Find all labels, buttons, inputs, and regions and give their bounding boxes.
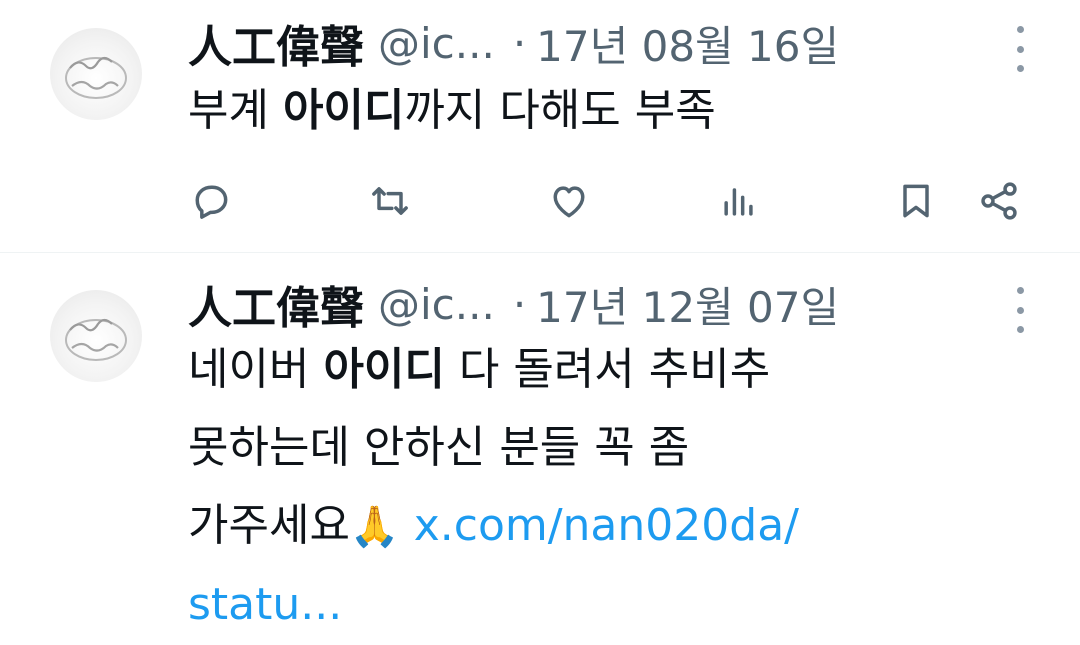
text-segment: 다 돌려서 추비추 (444, 344, 771, 395)
text-highlight: 아이디 (323, 344, 445, 395)
bookmark-icon[interactable] (893, 178, 939, 224)
avatar[interactable] (50, 290, 142, 382)
like-icon[interactable] (546, 178, 592, 224)
reply-icon[interactable] (188, 178, 234, 224)
text-segment: 까지 다해도 부족 (404, 85, 716, 136)
separator: · (512, 18, 527, 68)
author-name[interactable]: 人工偉聲 (188, 11, 364, 75)
views-icon[interactable] (716, 178, 762, 224)
share-icon[interactable] (976, 178, 1022, 224)
tweet-actions (0, 178, 1080, 224)
text-segment: 가주세요 (188, 500, 350, 551)
avatar[interactable] (50, 28, 142, 120)
text-line: 네이버 아이디 다 돌려서 추비추 (188, 331, 799, 409)
text-line: 가주세요🙏 x.com/nan020da/ (188, 487, 799, 566)
tweet-header: 人工偉聲 @ic... · 17년 12월 07일 (188, 273, 1008, 335)
tweet-link[interactable]: x.com/nan020da/ (400, 500, 799, 551)
author-handle[interactable]: @ic... (378, 280, 495, 329)
tweet-date[interactable]: 17년 12월 07일 (536, 274, 839, 335)
praying-hands-emoji: 🙏 (349, 504, 400, 550)
more-options-icon[interactable] (1008, 26, 1032, 72)
text-segment: 네이버 (188, 344, 324, 395)
tweet-text: 부계 아이디까지 다해도 부족 (188, 72, 716, 150)
author-handle[interactable]: @ic... (378, 19, 495, 68)
tweet-text: 네이버 아이디 다 돌려서 추비추 못하는데 안하신 분들 꼭 좀 가주세요🙏 … (188, 331, 799, 644)
retweet-icon[interactable] (367, 178, 413, 224)
text-segment: 부계 (188, 85, 283, 136)
tweet-header: 人工偉聲 @ic... · 17년 08월 16일 (188, 12, 1008, 74)
text-line: 못하는데 안하신 분들 꼭 좀 (188, 422, 690, 473)
more-options-icon[interactable] (1008, 287, 1032, 333)
tweet-date[interactable]: 17년 08월 16일 (536, 13, 839, 74)
tweet[interactable]: 人工偉聲 @ic... · 17년 12월 07일 네이버 아이디 다 돌려서 … (0, 253, 1080, 645)
tweet-link-continued[interactable]: statu... (188, 566, 799, 644)
separator: · (512, 279, 527, 329)
text-highlight: 아이디 (282, 85, 405, 136)
author-name[interactable]: 人工偉聲 (188, 272, 364, 336)
tweet[interactable]: 人工偉聲 @ic... · 17년 08월 16일 부계 아이디까지 다해도 부… (0, 0, 1080, 253)
